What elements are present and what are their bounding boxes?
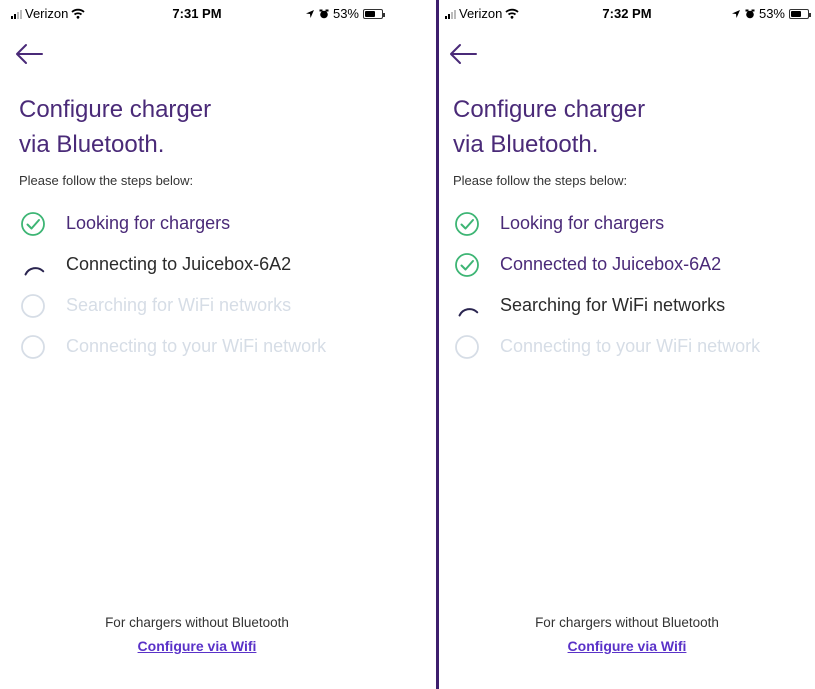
configure-via-wifi-link[interactable]: Configure via Wifi	[568, 638, 687, 654]
back-arrow-icon[interactable]	[13, 40, 45, 68]
step-label: Searching for WiFi networks	[500, 295, 726, 315]
check-circle-icon	[455, 211, 479, 236]
alarm-icon	[745, 9, 755, 18]
battery-icon	[789, 8, 811, 19]
spinner-icon	[458, 307, 479, 316]
step-item: Connected to Juicebox-6A2	[453, 244, 815, 285]
location-arrow-icon	[731, 9, 740, 18]
step-item: Looking for chargers	[453, 203, 815, 244]
step-label: Searching for WiFi networks	[66, 295, 292, 315]
check-circle-icon	[21, 211, 45, 236]
empty-circle-icon	[455, 334, 479, 359]
footer-text: For chargers without Bluetooth	[535, 615, 719, 630]
instructions-text: Please follow the steps below:	[19, 173, 194, 188]
status-right: 53%	[305, 6, 385, 21]
footer-text: For chargers without Bluetooth	[105, 615, 289, 630]
battery-percent: 53%	[758, 6, 785, 21]
footer: For chargers without Bluetooth Configure…	[5, 615, 389, 656]
page-title-line2: via Bluetooth.	[453, 131, 599, 158]
step-label: Connecting to your WiFi network	[500, 336, 761, 356]
step-item: Connecting to your WiFi network	[453, 326, 815, 367]
step-label: Connecting to your WiFi network	[66, 336, 327, 356]
page-title: Configure charger via Bluetooth.	[19, 92, 211, 162]
instructions-text: Please follow the steps below:	[453, 173, 628, 188]
step-label: Connected to Juicebox-6A2	[500, 254, 722, 274]
step-item: Looking for chargers	[19, 203, 389, 244]
page-title-line2: via Bluetooth.	[19, 131, 165, 158]
footer: For chargers without Bluetooth Configure…	[439, 615, 815, 656]
page-title-line1: Configure charger	[19, 96, 212, 123]
page-title-line1: Configure charger	[453, 96, 646, 123]
step-label: Looking for chargers	[66, 213, 231, 233]
back-arrow-icon[interactable]	[447, 40, 479, 68]
step-item: Connecting to your WiFi network	[19, 326, 389, 367]
step-list: Looking for chargers Connected to Juiceb…	[453, 203, 815, 367]
step-label: Looking for chargers	[500, 213, 665, 233]
spinner-icon	[24, 266, 45, 275]
battery-icon	[363, 8, 385, 19]
status-bar: Verizon 7:32 PM 53%	[439, 0, 815, 30]
page-title: Configure charger via Bluetooth.	[453, 92, 645, 162]
step-label: Connecting to Juicebox-6A2	[66, 254, 292, 274]
step-item: Searching for WiFi networks	[453, 285, 815, 326]
status-right: 53%	[731, 6, 811, 21]
empty-circle-icon	[21, 293, 45, 318]
check-circle-icon	[455, 252, 479, 277]
step-item: Connecting to Juicebox-6A2	[19, 244, 389, 285]
step-list: Looking for chargers Connecting to Juice…	[19, 203, 389, 367]
configure-via-wifi-link[interactable]: Configure via Wifi	[138, 638, 257, 654]
empty-circle-icon	[21, 334, 45, 359]
status-bar: Verizon 7:31 PM 53%	[5, 0, 389, 30]
phone-screen-left: Verizon 7:31 PM 53% Configure charger vi…	[5, 0, 389, 689]
step-item: Searching for WiFi networks	[19, 285, 389, 326]
alarm-icon	[319, 9, 329, 18]
location-arrow-icon	[305, 9, 314, 18]
battery-percent: 53%	[332, 6, 359, 21]
phone-screen-right: Verizon 7:32 PM 53% Configure charger vi…	[436, 0, 815, 689]
